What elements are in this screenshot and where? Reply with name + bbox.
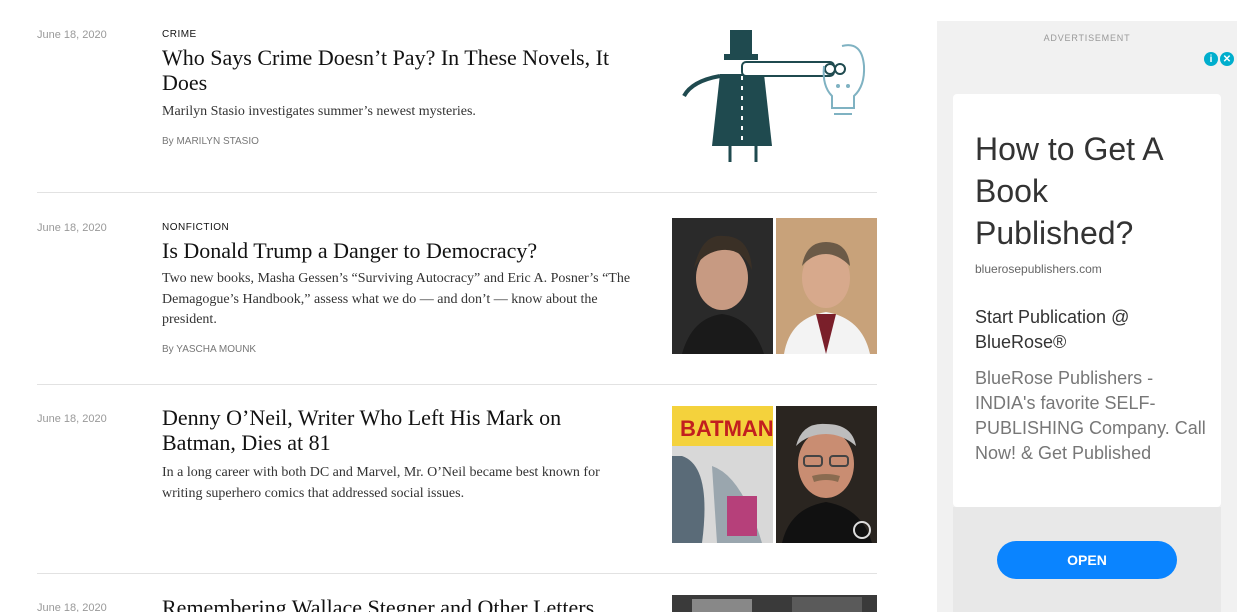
story-headline[interactable]: Remembering Wallace Stegner and Other Le… [162, 595, 632, 612]
black-and-white-photo[interactable] [672, 595, 877, 612]
story-summary: Marilyn Stasio investigates summer’s new… [162, 104, 476, 119]
ad-open-button[interactable]: OPEN [997, 541, 1177, 579]
ad-label: ADVERTISEMENT [1043, 33, 1131, 43]
story-summary: Two new books, Masha Gessen’s “Surviving… [162, 271, 631, 327]
ad-subtitle[interactable]: Start Publication @ BlueRose® [975, 305, 1211, 355]
story-date: June 18, 2020 [37, 602, 107, 612]
story-item: June 18, 2020 NONFICTION Is Donald Trump… [37, 193, 877, 384]
story-headline[interactable]: Is Donald Trump a Danger to Democracy? [162, 238, 632, 263]
story-date: June 18, 2020 [37, 222, 107, 234]
story-item: June 18, 2020 Remembering Wallace Stegne… [37, 574, 877, 612]
ad-description[interactable]: BlueRose Publishers - INDIA's favorite S… [975, 366, 1211, 466]
story-date: June 18, 2020 [37, 413, 107, 425]
crime-illustration[interactable] [672, 26, 877, 166]
info-icon[interactable]: i [1204, 52, 1218, 66]
story-byline: By YASCHA MOUNK [162, 344, 257, 355]
batman-comic-and-portrait[interactable]: BATMAN [672, 406, 877, 543]
ad-title[interactable]: How to Get A Book Published? [975, 128, 1211, 254]
ad-card[interactable]: How to Get A Book Published? bluerosepub… [953, 94, 1221, 507]
story-kicker[interactable]: CRIME [162, 29, 197, 40]
svg-text:BATMAN: BATMAN [680, 416, 774, 441]
close-icon[interactable]: ✕ [1220, 52, 1234, 66]
story-item: June 18, 2020 Denny O’Neil, Writer Who L… [37, 385, 877, 573]
story-headline[interactable]: Who Says Crime Doesn’t Pay? In These Nov… [162, 45, 632, 95]
story-kicker[interactable]: NONFICTION [162, 222, 229, 233]
author-portraits[interactable] [672, 218, 877, 354]
story-byline: By MARILYN STASIO [162, 136, 259, 147]
advertisement[interactable]: ADVERTISEMENT i ✕ How to Get A Book Publ… [937, 21, 1237, 612]
story-date: June 18, 2020 [37, 29, 107, 41]
story-feed: June 18, 2020 CRIME Who Says Crime Doesn… [0, 0, 900, 612]
story-summary: In a long career with both DC and Marvel… [162, 465, 600, 501]
ad-domain[interactable]: bluerosepublishers.com [975, 262, 1102, 276]
story-item: June 18, 2020 CRIME Who Says Crime Doesn… [37, 0, 877, 192]
ad-choices[interactable]: i ✕ [1204, 52, 1236, 68]
story-headline[interactable]: Denny O’Neil, Writer Who Left His Mark o… [162, 405, 632, 455]
